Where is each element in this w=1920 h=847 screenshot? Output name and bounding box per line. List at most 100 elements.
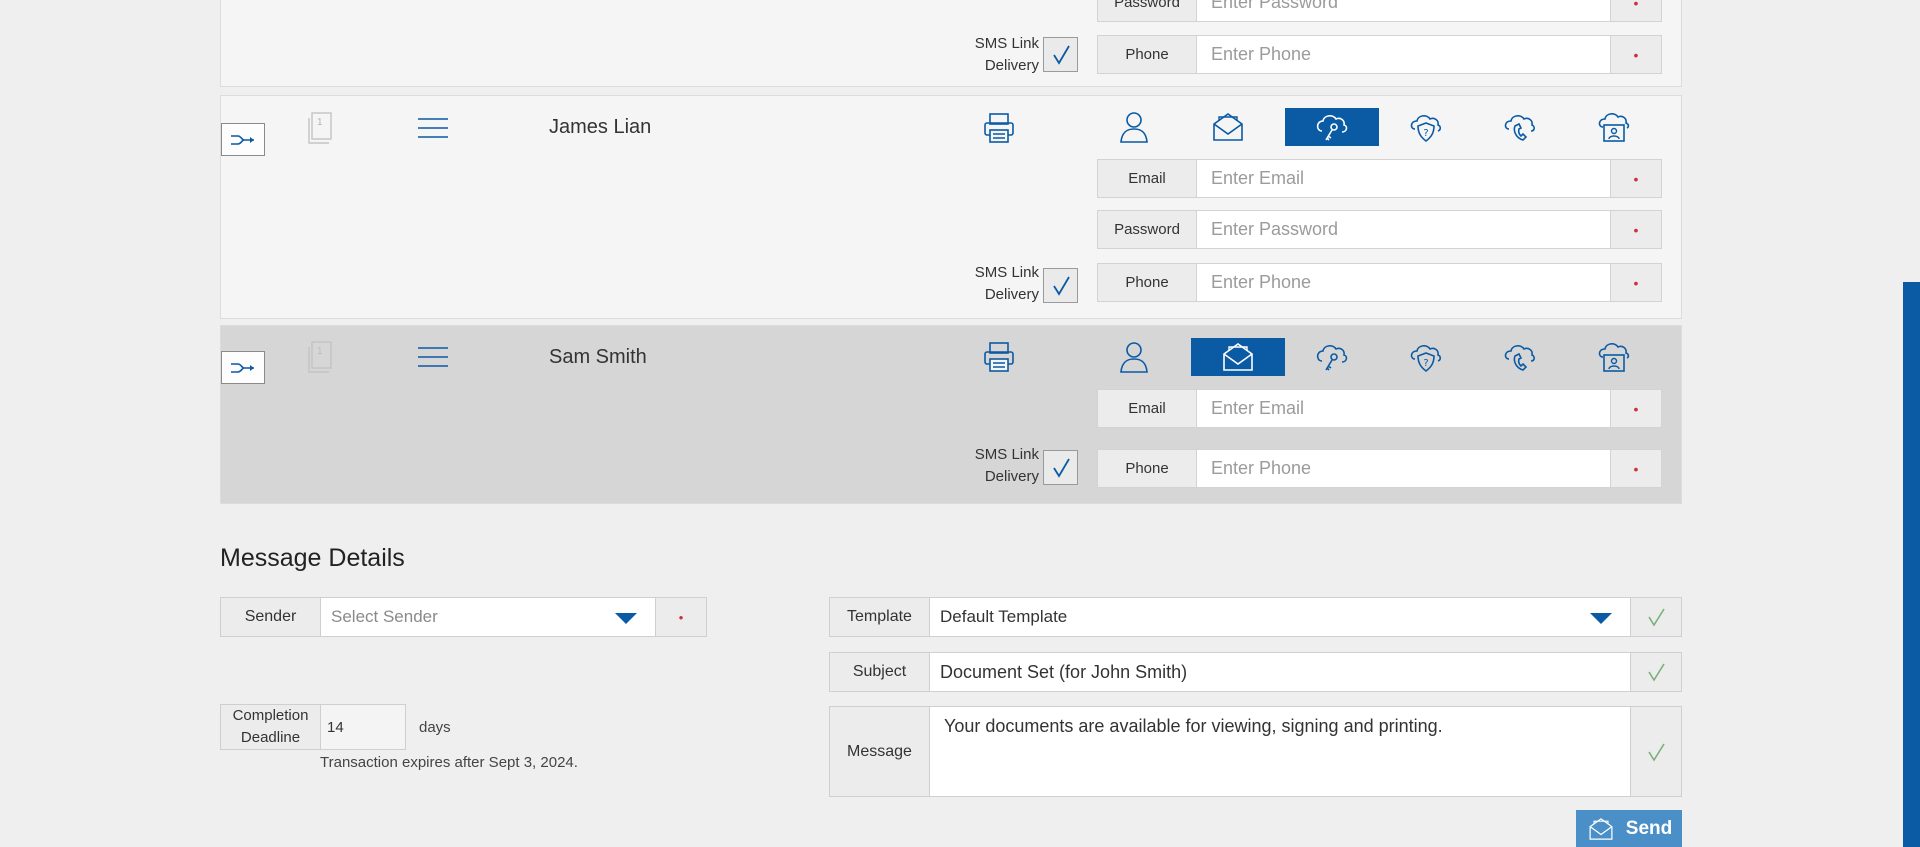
auth-phone-button[interactable] <box>1473 108 1567 146</box>
message-text: Your documents are available for viewing… <box>944 716 1443 736</box>
sms-link-checkbox[interactable] <box>1043 37 1078 72</box>
phone-input[interactable]: Enter Phone <box>1197 449 1611 488</box>
auth-security-question-button[interactable] <box>1379 338 1473 376</box>
required-indicator: • <box>1611 210 1662 249</box>
completion-deadline-label: Completion Deadline <box>220 704 321 750</box>
auth-password-button[interactable] <box>1285 108 1379 146</box>
email-field-row: Email Enter Email • <box>1097 389 1662 428</box>
subject-input[interactable]: Document Set (for John Smith) <box>929 652 1631 692</box>
days-label: days <box>419 719 451 736</box>
user-icon <box>1116 109 1152 145</box>
password-input[interactable]: Enter Password <box>1197 210 1611 249</box>
sms-link-delivery-label: SMS Link Delivery <box>974 264 1039 303</box>
phone-label: Phone <box>1097 263 1197 302</box>
id-card-icon <box>1596 109 1632 145</box>
recipient-panel-sam-smith: 1 Sam Smith Email Enter Email • SMS Link… <box>220 325 1682 504</box>
message-label: Message <box>829 706 930 797</box>
password-input[interactable]: Enter Password <box>1197 0 1611 22</box>
email-icon <box>1220 339 1256 375</box>
auth-email-button[interactable] <box>1191 338 1285 376</box>
auth-id-button[interactable] <box>1567 338 1661 376</box>
message-valid-indicator <box>1630 706 1682 797</box>
checkmark-icon <box>1648 608 1665 627</box>
document-icon[interactable] <box>305 339 335 375</box>
auth-email-button[interactable] <box>1181 108 1275 146</box>
checkmark-icon <box>1648 743 1665 762</box>
user-icon <box>1116 339 1152 375</box>
route-button[interactable] <box>221 123 265 156</box>
required-indicator: • <box>1611 159 1662 198</box>
phone-field-row: Phone Enter Phone • <box>1097 263 1662 302</box>
shield-question-icon <box>1408 339 1444 375</box>
menu-icon[interactable] <box>417 346 449 368</box>
sender-label: Sender <box>220 597 321 637</box>
sender-select-value: Select Sender <box>331 607 438 626</box>
phone-input[interactable]: Enter Phone <box>1197 35 1611 74</box>
phone-field-row: Phone Enter Phone • <box>1097 449 1662 488</box>
recipient-panel-james-lian: 1 James Lian Email Enter Email • Passwor… <box>220 95 1682 319</box>
phone-label: Phone <box>1097 35 1197 74</box>
auth-user-button[interactable] <box>1087 338 1181 376</box>
sender-required-indicator: • <box>655 597 707 637</box>
phone-label: Phone <box>1097 449 1197 488</box>
email-label: Email <box>1097 159 1197 198</box>
email-input[interactable]: Enter Email <box>1197 389 1611 428</box>
subject-label: Subject <box>829 652 930 692</box>
required-indicator: • <box>1611 263 1662 302</box>
checkmark-icon <box>1052 458 1070 478</box>
route-arrow-icon <box>228 358 258 378</box>
sms-link-checkbox[interactable] <box>1043 268 1078 303</box>
password-field-row: Password Enter Password • <box>1097 210 1662 249</box>
id-card-icon <box>1596 339 1632 375</box>
password-label: Password <box>1097 0 1197 22</box>
printer-icon[interactable] <box>981 339 1017 375</box>
email-input[interactable]: Enter Email <box>1197 159 1611 198</box>
shield-question-icon <box>1408 109 1444 145</box>
password-field-row: Password Enter Password • <box>1097 0 1662 22</box>
template-label: Template <box>829 597 930 637</box>
sms-link-checkbox[interactable] <box>1043 450 1078 485</box>
message-details-title: Message Details <box>220 544 405 572</box>
phone-input[interactable]: Enter Phone <box>1197 263 1611 302</box>
document-count: 1 <box>317 117 323 128</box>
auth-security-question-button[interactable] <box>1379 108 1473 146</box>
auth-phone-button[interactable] <box>1473 338 1567 376</box>
sender-select[interactable]: Select Sender <box>320 597 656 637</box>
template-select[interactable]: Default Template <box>929 597 1631 637</box>
template-select-value: Default Template <box>940 607 1068 626</box>
required-indicator: • <box>1611 389 1662 428</box>
required-indicator: • <box>1611 35 1662 74</box>
auth-password-button[interactable] <box>1285 338 1379 376</box>
document-count: 1 <box>317 346 323 357</box>
printer-icon[interactable] <box>981 110 1017 146</box>
recipient-panel-top: Password Enter Password • SMS Link Deliv… <box>220 0 1682 87</box>
template-valid-indicator <box>1630 597 1682 637</box>
email-label: Email <box>1097 389 1197 428</box>
email-icon <box>1586 815 1616 843</box>
recipient-name: James Lian <box>549 116 652 138</box>
scrollbar-thumb[interactable] <box>1903 282 1920 847</box>
route-arrow-icon <box>228 130 258 150</box>
sms-link-delivery-label: SMS Link Delivery <box>974 35 1039 74</box>
auth-id-button[interactable] <box>1567 108 1661 146</box>
chevron-down-icon <box>1590 613 1612 624</box>
menu-icon[interactable] <box>417 117 449 139</box>
checkmark-icon <box>1648 663 1665 682</box>
phone-cloud-icon <box>1502 109 1538 145</box>
email-field-row: Email Enter Email • <box>1097 159 1662 198</box>
message-textarea[interactable]: Your documents are available for viewing… <box>929 706 1631 797</box>
transaction-expiry-text: Transaction expires after Sept 3, 2024. <box>320 754 578 771</box>
document-icon[interactable] <box>305 110 335 146</box>
required-indicator: • <box>1611 0 1662 22</box>
chevron-down-icon <box>615 613 637 624</box>
required-indicator: • <box>1611 449 1662 488</box>
route-button[interactable] <box>221 351 265 384</box>
checkmark-icon <box>1052 45 1070 65</box>
completion-days-input[interactable]: 14 <box>320 704 406 750</box>
send-label: Send <box>1625 817 1673 839</box>
subject-valid-indicator <box>1630 652 1682 692</box>
send-button[interactable]: Send <box>1576 810 1682 847</box>
auth-user-button[interactable] <box>1087 108 1181 146</box>
recipient-name: Sam Smith <box>549 346 647 368</box>
password-label: Password <box>1097 210 1197 249</box>
